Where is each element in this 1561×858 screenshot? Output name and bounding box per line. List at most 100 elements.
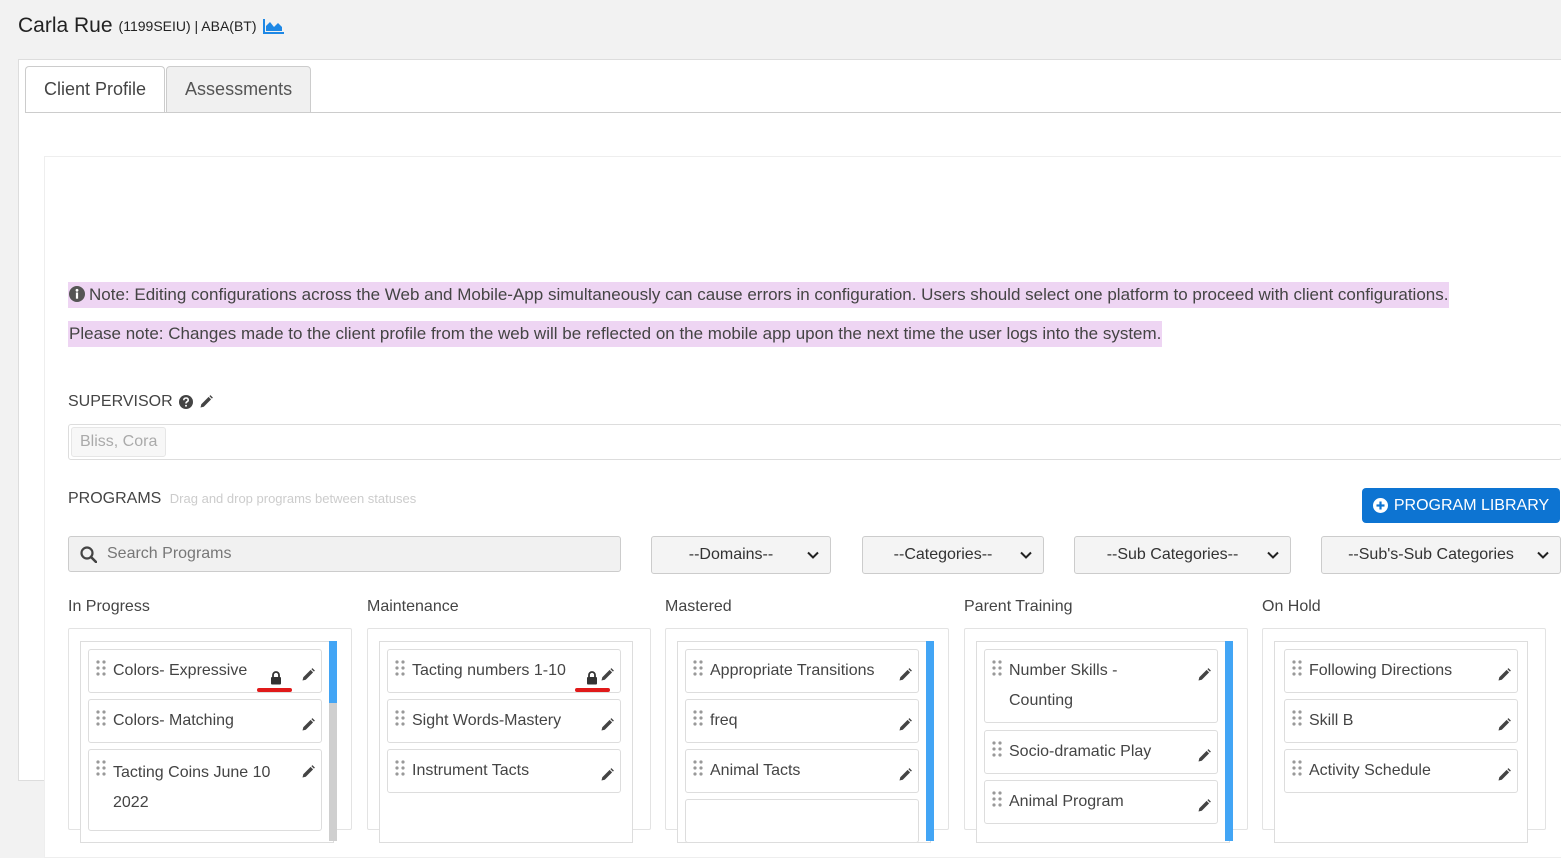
help-icon[interactable] — [178, 395, 193, 409]
tabs-divider — [25, 112, 1561, 113]
edit-icon[interactable] — [600, 668, 614, 682]
program-card[interactable]: Appropriate Transitions — [685, 649, 919, 693]
edit-icon[interactable] — [600, 768, 614, 782]
sub-categories-select[interactable]: --Sub Categories-- — [1074, 536, 1291, 574]
program-card[interactable]: Animal Program — [984, 780, 1218, 824]
chevron-down-icon — [1266, 548, 1280, 562]
edit-icon[interactable] — [600, 718, 614, 732]
supervisor-select[interactable]: Bliss, Cora — [68, 424, 1561, 460]
program-name: freq — [710, 712, 738, 729]
drag-handle-icon[interactable] — [395, 660, 405, 676]
edit-icon[interactable] — [301, 668, 315, 682]
supervisor-tag[interactable]: Bliss, Cora — [71, 427, 167, 457]
subs-sub-categories-select-value: --Sub's-Sub Categories — [1348, 546, 1514, 563]
column-title-parent-training: Parent Training — [964, 598, 1073, 615]
edit-icon[interactable] — [301, 718, 315, 732]
edit-icon[interactable] — [898, 668, 912, 682]
chevron-down-icon — [806, 548, 820, 562]
column-title-maintenance: Maintenance — [367, 598, 459, 615]
program-card[interactable]: Number Skills - Counting — [984, 649, 1218, 723]
program-name: Sight Words-Mastery — [412, 712, 562, 729]
drag-handle-icon[interactable] — [693, 710, 703, 726]
domains-select[interactable]: --Domains-- — [651, 536, 831, 574]
program-card[interactable]: Following Directions — [1284, 649, 1518, 693]
program-card[interactable]: Socio-dramatic Play — [984, 730, 1218, 774]
scrollbar-mastered[interactable] — [926, 641, 934, 841]
drag-handle-icon[interactable] — [96, 760, 106, 776]
lock-icon — [586, 671, 598, 685]
drag-handle-icon[interactable] — [96, 660, 106, 676]
program-name: Appropriate Transitions — [710, 662, 875, 679]
program-card[interactable]: Skill B — [1284, 699, 1518, 743]
categories-select[interactable]: --Categories-- — [862, 536, 1044, 574]
drag-handle-icon[interactable] — [395, 760, 405, 776]
drag-handle-icon[interactable] — [1292, 760, 1302, 776]
column-title-on-hold: On Hold — [1262, 598, 1321, 615]
drag-handle-icon[interactable] — [96, 710, 106, 726]
edit-icon[interactable] — [898, 718, 912, 732]
program-card[interactable] — [685, 799, 919, 843]
edit-icon[interactable] — [1197, 799, 1211, 813]
search-programs[interactable] — [68, 536, 621, 572]
program-card[interactable]: Colors- Matching — [88, 699, 322, 743]
categories-select-value: --Categories-- — [893, 546, 993, 563]
search-input[interactable] — [105, 544, 609, 564]
program-name: Activity Schedule — [1309, 762, 1431, 779]
program-name: Instrument Tacts — [412, 762, 530, 779]
drag-handle-icon[interactable] — [992, 791, 1002, 807]
client-header: Carla Rue (1199SEIU) | ABA(BT) — [18, 14, 285, 38]
drag-handle-icon[interactable] — [693, 660, 703, 676]
program-card[interactable]: Activity Schedule — [1284, 749, 1518, 793]
program-library-label: PROGRAM LIBRARY — [1393, 496, 1550, 514]
program-library-button[interactable]: PROGRAM LIBRARY — [1362, 488, 1560, 523]
drag-handle-icon[interactable] — [992, 660, 1002, 676]
program-card[interactable]: Tacting numbers 1-10 — [387, 649, 621, 693]
edit-supervisor-icon[interactable] — [199, 395, 213, 409]
program-card[interactable]: Sight Words-Mastery — [387, 699, 621, 743]
sub-categories-select-value: --Sub Categories-- — [1106, 546, 1239, 563]
tab-assessments[interactable]: Assessments — [166, 66, 312, 113]
edit-icon[interactable] — [1497, 768, 1511, 782]
drag-handle-icon[interactable] — [992, 741, 1002, 757]
programs-label: PROGRAMS Drag and drop programs between … — [68, 490, 416, 508]
search-icon — [80, 545, 97, 563]
client-meta: (1199SEIU) | ABA(BT) — [118, 18, 257, 34]
edit-icon[interactable] — [1197, 668, 1211, 682]
program-card[interactable]: freq — [685, 699, 919, 743]
program-card[interactable]: Instrument Tacts — [387, 749, 621, 793]
drag-handle-icon[interactable] — [693, 760, 703, 776]
column-title-mastered: Mastered — [665, 598, 732, 615]
info-icon — [69, 286, 85, 302]
program-card[interactable]: Colors- Expressive — [88, 649, 322, 693]
lock-marker — [575, 688, 610, 692]
program-card[interactable]: Animal Tacts — [685, 749, 919, 793]
scrollbar-parent-training[interactable] — [1225, 641, 1233, 841]
tab-bar: Client Profile Assessments — [25, 66, 312, 113]
edit-icon[interactable] — [301, 765, 315, 779]
scrollbar-in-progress[interactable] — [329, 641, 337, 841]
program-card[interactable]: Tacting Coins June 10 2022 — [88, 749, 322, 831]
program-name: Tacting numbers 1-10 — [412, 662, 566, 679]
drag-handle-icon[interactable] — [1292, 660, 1302, 676]
area-chart-icon[interactable] — [262, 18, 285, 34]
config-warning-note: Note: Editing configurations across the … — [68, 282, 1450, 308]
program-name: Tacting Coins June 10 2022 — [113, 764, 271, 811]
drag-handle-icon[interactable] — [1292, 710, 1302, 726]
subs-sub-categories-select[interactable]: --Sub's-Sub Categories — [1321, 536, 1561, 574]
edit-icon[interactable] — [1197, 749, 1211, 763]
scrollbar-thumb[interactable] — [329, 641, 337, 703]
program-name: Following Directions — [1309, 662, 1453, 679]
edit-icon[interactable] — [1497, 718, 1511, 732]
program-name: Animal Tacts — [710, 762, 801, 779]
drag-handle-icon[interactable] — [395, 710, 405, 726]
program-name: Socio-dramatic Play — [1009, 743, 1152, 760]
program-name: Colors- Matching — [113, 712, 234, 729]
sync-note: Please note: Changes made to the client … — [68, 321, 1163, 347]
programs-hint: Drag and drop programs between statuses — [169, 491, 417, 506]
edit-icon[interactable] — [1497, 668, 1511, 682]
domains-select-value: --Domains-- — [688, 546, 774, 563]
supervisor-label: SUPERVISOR — [68, 393, 213, 411]
tab-client-profile[interactable]: Client Profile — [25, 66, 166, 113]
edit-icon[interactable] — [898, 768, 912, 782]
program-name: Skill B — [1309, 712, 1354, 729]
